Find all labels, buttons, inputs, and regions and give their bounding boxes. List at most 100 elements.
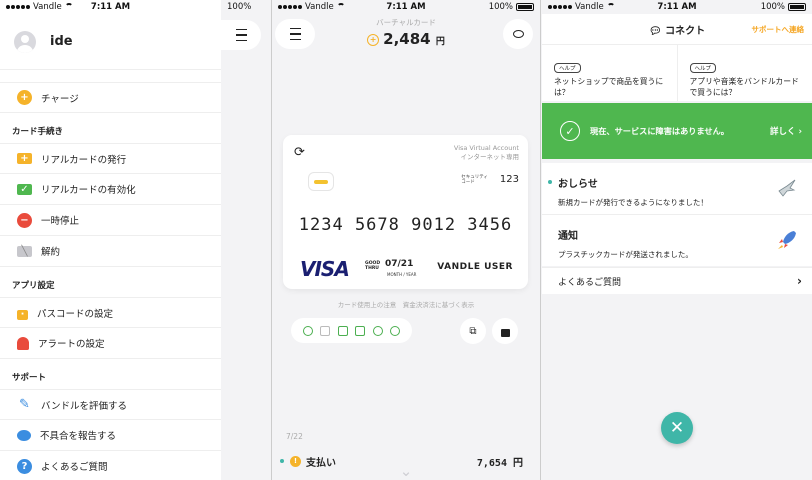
page-title-text: コネクト — [665, 26, 706, 37]
check-circle-icon: ✓ — [560, 121, 580, 141]
card-type-line1: Visa Virtual Account — [453, 144, 519, 152]
train-icon[interactable] — [320, 325, 331, 336]
menu-item-faq[interactable]: ? よくあるご質問 — [0, 451, 221, 480]
copy-button[interactable]: ⧉ — [460, 318, 486, 344]
balance-label: バーチャルカード — [376, 18, 436, 27]
lock-icon: · — [17, 309, 28, 320]
underlay-strip: 100% — [221, 0, 270, 480]
menu-item-label: チャージ — [41, 93, 79, 105]
details-link[interactable]: 詳しく › — [770, 125, 802, 137]
news-title: おしらせ — [558, 179, 598, 190]
card-plus-icon: + — [17, 153, 32, 164]
card-check-icon: ✓ — [17, 183, 32, 195]
section-card-heading: カード手続き — [12, 127, 64, 137]
store-icon[interactable] — [337, 325, 348, 336]
lock-button[interactable] — [492, 318, 518, 344]
chevron-down-icon[interactable]: ⌄ — [272, 462, 540, 480]
section-app-heading: アプリ設定 — [12, 281, 55, 291]
visa-logo: VISA — [300, 257, 350, 281]
balance-display[interactable]: +2,484 円 — [272, 30, 540, 48]
news-body: 新規カードが発行できるようになりました！ — [558, 198, 708, 207]
close-icon: ✕ — [669, 418, 685, 438]
card-number[interactable]: 1234 5678 9012 3456 — [283, 215, 528, 235]
chat-bubbles-icon — [17, 429, 31, 441]
help-card-online-shopping[interactable]: ヘルプ ネットショップで商品を買うには？ — [542, 45, 678, 101]
menu-item-label: リアルカードの有効化 — [41, 185, 136, 196]
help-question: アプリや音楽をバンドルカードで買うには？ — [689, 77, 799, 98]
meter-icon[interactable] — [372, 325, 383, 336]
menu-item-passcode[interactable]: · パスコードの設定 — [0, 297, 221, 328]
menu-item-label: リアルカードの発行 — [41, 154, 127, 166]
close-button[interactable]: ✕ — [661, 412, 693, 444]
service-status-message: 現在、サービスに障害はありません。 — [590, 126, 729, 136]
menu-item-label: よくあるご質問 — [41, 462, 108, 473]
help-tag: ヘルプ — [554, 63, 581, 73]
wallet-panel: Vandle 7:11 AM 100% バーチャルカード +2,484 円 ⟳ … — [271, 0, 541, 480]
battery-icon — [516, 2, 534, 11]
menu-item-suspend[interactable]: − 一時停止 — [0, 205, 221, 236]
profile-row[interactable]: ide — [0, 14, 221, 70]
connect-panel: Vandle 7:11 AM 100% 💬︎ コネクト サポートへ連絡 ヘルプ … — [542, 0, 812, 480]
hamburger-button[interactable] — [221, 20, 261, 50]
menu-item-issue-real-card[interactable]: + リアルカードの発行 — [0, 143, 221, 174]
card-chip-icon — [308, 172, 334, 191]
menu-item-rate[interactable]: ✎ バンドルを評価する — [0, 389, 221, 420]
service-icons-bar[interactable] — [291, 318, 412, 343]
month-year-label: MONTH / YEAR — [387, 272, 417, 277]
menu-item-cancel[interactable]: ╲ 解約 — [0, 236, 221, 267]
menu-item-alert[interactable]: アラートの設定 — [0, 328, 221, 359]
help-question: ネットショップで商品を買うには？ — [554, 77, 664, 98]
good-thru-label: GOOD THRU — [365, 261, 381, 272]
user-name: ide — [50, 34, 73, 49]
shop-icon[interactable] — [355, 325, 366, 336]
menu-item-charge[interactable]: + チャージ — [0, 82, 221, 113]
faq-row[interactable]: よくあるご質問 › — [542, 267, 812, 294]
battery-icon — [788, 2, 806, 11]
plus-coin-icon: + — [17, 90, 32, 105]
refresh-icon[interactable]: ⟳ — [294, 145, 305, 160]
card-holder: VANDLE USER — [437, 262, 513, 272]
help-row: ヘルプ ネットショップで商品を買うには？ ヘルプ アプリや音楽をバンドルカードで… — [542, 44, 812, 101]
faq-label: よくあるご質問 — [558, 277, 622, 288]
minus-circle-icon: − — [17, 212, 32, 228]
globe-icon[interactable] — [302, 325, 313, 336]
clock-icon[interactable] — [390, 325, 401, 336]
card-type: Visa Virtual Account インターネット専用 — [454, 144, 519, 163]
connect-header: 💬︎ コネクト サポートへ連絡 — [542, 14, 812, 44]
card-notes-link[interactable]: カード使用上の注意 資金決済法に基づく表示 — [272, 299, 540, 309]
balance-amount: 2,484 — [383, 30, 431, 48]
notice-item[interactable]: 通知 プラスチックカードが発送されました。 — [542, 214, 812, 266]
transaction-date: 7/22 — [286, 432, 303, 441]
menu-item-label: パスコードの設定 — [37, 308, 114, 320]
notice-title: 通知 — [558, 231, 578, 242]
lock-icon — [500, 329, 510, 337]
rocket-icon — [778, 231, 796, 249]
contact-support-link[interactable]: サポートへ連絡 — [752, 24, 805, 35]
help-card-apps-music[interactable]: ヘルプ アプリや音楽をバンドルカードで買うには？ — [678, 45, 812, 101]
details-label: 詳しく — [770, 127, 796, 137]
bell-icon — [17, 336, 29, 350]
service-status-banner[interactable]: ✓ 現在、サービスに障害はありません。 詳しく › — [542, 103, 812, 159]
balance-currency: 円 — [435, 37, 445, 47]
menu-item-label: 一時停止 — [41, 216, 80, 227]
status-time: 7:11 AM — [657, 2, 697, 12]
news-item[interactable]: おしらせ 新規カードが発行できるようになりました！ — [542, 163, 812, 215]
screenshot-stage: Vandle 7:11 AM ide + チャージ カード手続き + リアルカー… — [0, 0, 812, 480]
card-type-line2: インターネット専用 — [460, 153, 520, 162]
chat-button[interactable] — [503, 19, 533, 49]
unread-dot — [548, 180, 552, 184]
menu-item-activate-real-card[interactable]: ✓ リアルカードの有効化 — [0, 174, 221, 205]
status-bar: Vandle 7:11 AM 100% — [542, 0, 812, 14]
status-bar: Vandle 7:11 AM — [0, 0, 221, 14]
chat-bubble-icon — [512, 30, 524, 38]
menu-item-report-bug[interactable]: 不具合を報告する — [0, 420, 221, 451]
menu-item-label: 不具合を報告する — [40, 431, 117, 442]
notice-body: プラスチックカードが発送されました。 — [558, 250, 693, 259]
question-icon: ? — [17, 458, 32, 474]
chevron-right-icon: › — [798, 127, 802, 137]
plus-coin-icon: + — [367, 34, 380, 46]
card-expiry: 07/21 — [385, 259, 414, 269]
menu-item-label: 解約 — [41, 247, 61, 258]
virtual-card[interactable]: ⟳ Visa Virtual Account インターネット専用 セキュリティ … — [283, 135, 528, 289]
help-tag: ヘルプ — [689, 63, 717, 73]
